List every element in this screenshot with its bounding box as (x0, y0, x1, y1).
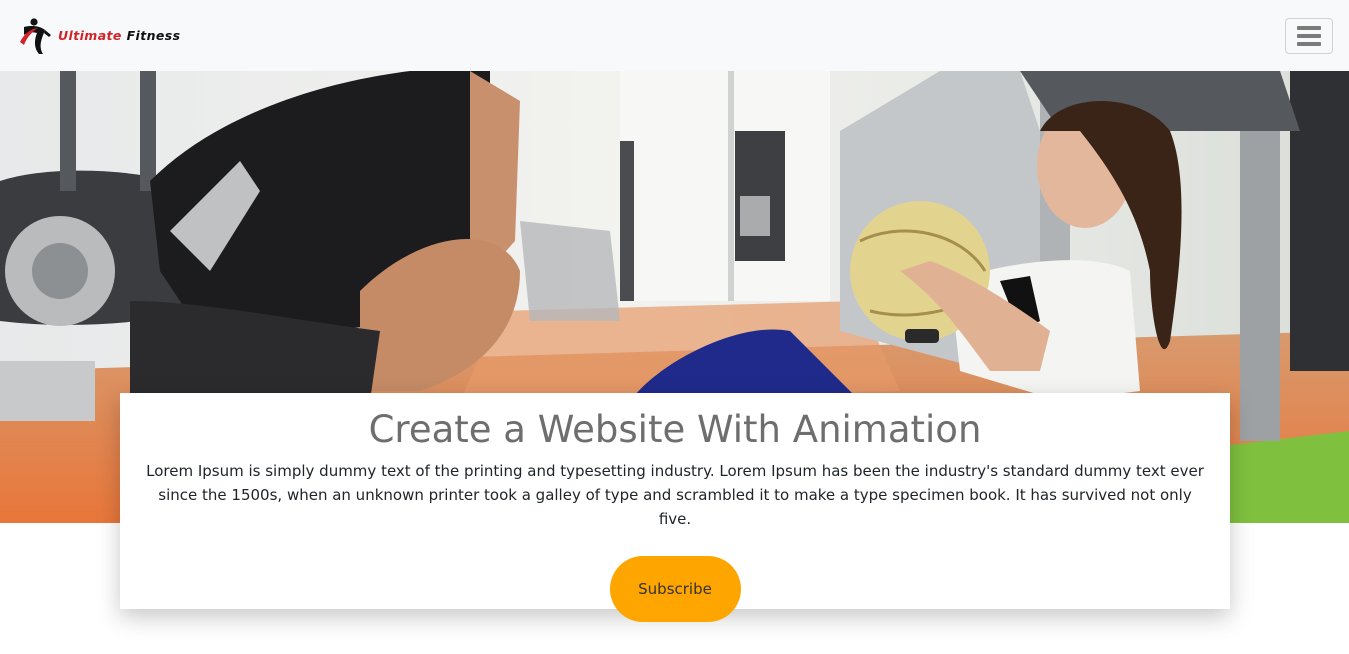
card-description: Lorem Ipsum is simply dummy text of the … (146, 462, 1204, 528)
card-title: Create a Website With Animation (368, 408, 982, 451)
brand-word-fitness: Fitness (126, 28, 181, 43)
brand-link[interactable]: Ultimate Fitness (18, 16, 180, 56)
hamburger-menu-icon (1297, 25, 1321, 46)
navbar: Ultimate Fitness (0, 0, 1349, 71)
brand-word-ultimate: Ultimate (58, 28, 122, 43)
navbar-toggler-button[interactable] (1285, 17, 1333, 54)
hero-card: Create a Website With Animation Lorem Ip… (120, 393, 1230, 622)
runner-logo-icon (20, 17, 51, 54)
brand-name: Ultimate Fitness (58, 28, 180, 43)
subscribe-button[interactable]: Subscribe (609, 556, 741, 622)
